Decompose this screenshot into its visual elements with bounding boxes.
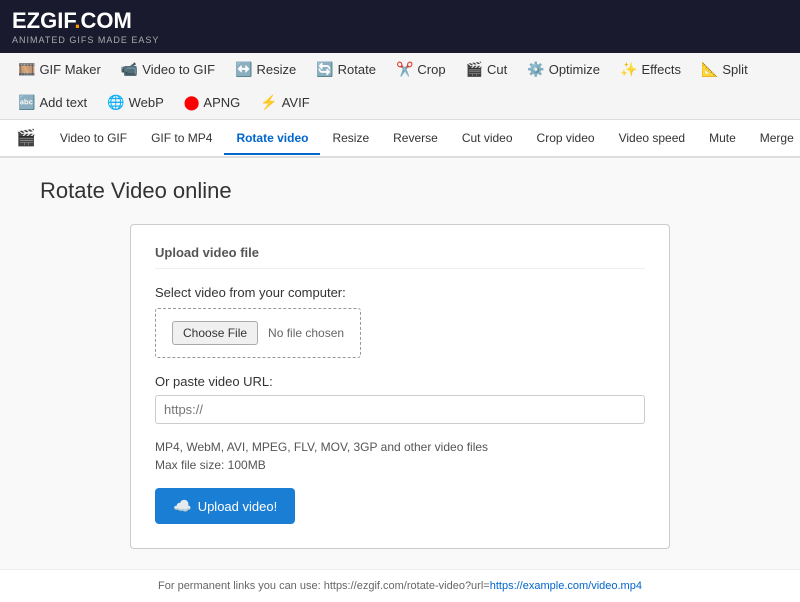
sub-nav-cut-video[interactable]: Cut video [450,123,525,155]
nav-rotate[interactable]: 🔄 Rotate [306,53,386,86]
sub-nav-video-to-gif[interactable]: Video to GIF [48,123,139,155]
video-to-gif-icon: 📹 [121,61,138,78]
file-input-area: Choose File No file chosen [155,308,361,358]
sub-nav-reverse[interactable]: Reverse [381,123,450,155]
rotate-icon: 🔄 [316,61,333,78]
effects-icon: ✨ [620,61,637,78]
choose-file-button[interactable]: Choose File [172,321,258,345]
nav-cut[interactable]: 🎬 Cut [456,53,518,86]
formats-text: MP4, WebM, AVI, MPEG, FLV, MOV, 3GP and … [155,440,645,454]
apng-icon: ⬤ [184,94,200,111]
nav-apng[interactable]: ⬤ APNG [174,86,251,119]
gif-maker-icon: 🎞️ [18,61,35,78]
split-icon: 📐 [701,61,718,78]
nav-avif[interactable]: ⚡ AVIF [250,86,319,119]
main-nav: 🎞️ GIF Maker 📹 Video to GIF ↔️ Resize 🔄 … [0,53,800,120]
header: EZGIF.COM ANIMATED GIFS MADE EASY [0,0,800,53]
footer-text: For permanent links you can use: https:/… [158,580,490,592]
optimize-icon: ⚙️ [527,61,544,78]
upload-button[interactable]: ☁️ Upload video! [155,488,295,524]
upload-box-title: Upload video file [155,245,645,269]
nav-add-text[interactable]: 🔤 Add text [8,86,97,119]
sub-nav-video-speed[interactable]: Video speed [607,123,698,155]
sub-nav-crop-video[interactable]: Crop video [525,123,607,155]
nav-gif-maker[interactable]: 🎞️ GIF Maker [8,53,111,86]
nav-effects[interactable]: ✨ Effects [610,53,691,86]
nav-video-to-gif[interactable]: 📹 Video to GIF [111,53,225,86]
nav-crop[interactable]: ✂️ Crop [386,53,456,86]
url-input[interactable] [155,395,645,424]
maxsize-text: Max file size: 100MB [155,458,645,472]
sub-nav-video-icon: 🎬 [4,120,48,158]
logo: EZGIF.COM [12,8,788,34]
cut-icon: 🎬 [466,61,483,78]
nav-optimize[interactable]: ⚙️ Optimize [517,53,610,86]
nav-resize[interactable]: ↔️ Resize [225,53,306,86]
avif-icon: ⚡ [260,94,277,111]
sub-nav-rotate-video[interactable]: Rotate video [224,123,320,155]
upload-box: Upload video file Select video from your… [130,224,670,549]
logo-tagline: ANIMATED GIFS MADE EASY [12,35,788,45]
resize-icon: ↔️ [235,61,252,78]
add-text-icon: 🔤 [18,94,35,111]
url-label: Or paste video URL: [155,374,645,389]
sub-nav-gif-to-mp4[interactable]: GIF to MP4 [139,123,224,155]
crop-icon: ✂️ [396,61,413,78]
footer: For permanent links you can use: https:/… [0,569,800,602]
sub-nav-merge[interactable]: Merge [748,123,800,155]
page-title: Rotate Video online [40,178,760,204]
no-file-label: No file chosen [268,326,344,340]
sub-nav: 🎬 Video to GIF GIF to MP4 Rotate video R… [0,120,800,158]
footer-link[interactable]: https://example.com/video.mp4 [490,580,642,592]
nav-webp[interactable]: 🌐 WebP [97,86,174,119]
main-content: Rotate Video online Upload video file Se… [0,158,800,569]
select-video-label: Select video from your computer: [155,285,645,300]
sub-nav-mute[interactable]: Mute [697,123,748,155]
webp-icon: 🌐 [107,94,124,111]
nav-split[interactable]: 📐 Split [691,53,758,86]
sub-nav-resize[interactable]: Resize [320,123,381,155]
